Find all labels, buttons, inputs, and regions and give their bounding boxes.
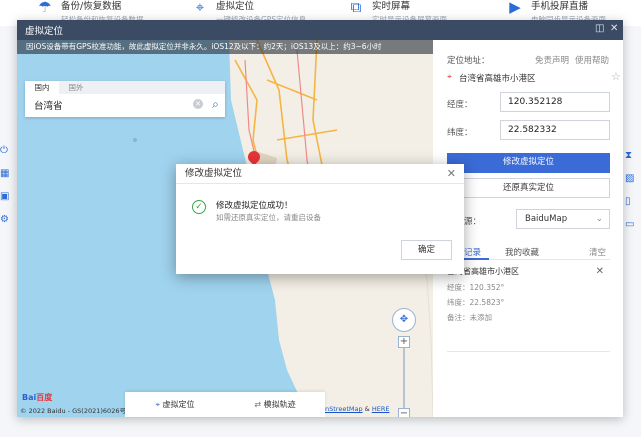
gps-notice: 因iOS设备带有GPS校准功能，故此虚拟定位并非永久。iOS12及以下：约2天；… xyxy=(17,40,433,54)
dialog-close-icon[interactable]: ✕ xyxy=(447,167,456,180)
sidebar-save-icon[interactable]: ▣ xyxy=(0,191,18,214)
sidebar-power-icon[interactable]: ⏻ xyxy=(0,145,18,168)
delete-history-icon[interactable]: ✕ xyxy=(596,266,604,277)
sidebar-phone-icon[interactable]: ▯ xyxy=(625,196,639,219)
feature-title: 备份/恢复数据 xyxy=(61,1,122,12)
backup-icon: ☂ xyxy=(38,0,52,16)
map-copyright: © 2022 Baidu - GS(2021)6026号 xyxy=(20,407,126,415)
attribution-amp: & xyxy=(364,405,370,413)
osm-link[interactable]: enStreetMap xyxy=(321,405,363,413)
sidebar-image-icon[interactable]: ▨ xyxy=(625,173,639,196)
sidebar-hourglass-icon[interactable]: ⧗ xyxy=(625,150,639,173)
virtual-location-mode-button[interactable]: ⌖ 虚拟定位 xyxy=(125,392,225,417)
dialog-message-title: 修改虚拟定位成功！ xyxy=(216,201,293,211)
background-sidebar-right: ⧗ ▨ ▯ ▭ xyxy=(625,150,639,242)
history-item[interactable]: 台湾省高雄市小港区 ✕ 经度：120.352° 纬度：22.5823° 备注：未… xyxy=(447,266,610,352)
feature-title: 手机投屏直播 xyxy=(531,1,589,12)
clear-history-link[interactable]: 清空 xyxy=(589,246,606,258)
dialog-ok-button[interactable]: 确定 xyxy=(401,240,452,260)
virtual-location-mode-label: 虚拟定位 xyxy=(162,400,195,409)
clear-search-icon[interactable]: ✕ xyxy=(193,99,203,109)
map-attribution: enStreetMap & HERE xyxy=(321,405,389,413)
dialog-title: 修改虚拟定位 xyxy=(176,164,464,184)
simulated-track-mode-label: 模拟轨迹 xyxy=(263,400,296,409)
window-titlebar: 虚拟定位 ◫ ✕ xyxy=(17,20,623,40)
modify-location-button[interactable]: 修改虚拟定位 xyxy=(447,153,610,173)
tab-overseas[interactable]: 国外 xyxy=(59,81,93,94)
success-check-icon: ✓ xyxy=(192,200,206,214)
feature-title: 虚拟定位 xyxy=(216,1,255,12)
zoom-slider[interactable] xyxy=(403,348,405,408)
baidu-logo: Bai百度 xyxy=(22,393,53,402)
help-link[interactable]: 使用帮助 xyxy=(575,54,609,66)
feature-title: 实时屏幕 xyxy=(372,1,411,12)
location-pin-small-icon: ⌖ xyxy=(155,400,163,409)
latitude-input[interactable]: 22.582332 xyxy=(500,120,610,140)
map-source-select[interactable]: BaiduMap ⌄ xyxy=(516,209,610,229)
screen-icon: ⧉ xyxy=(350,0,362,16)
longitude-label: 经度： xyxy=(447,100,473,110)
history-lon: 120.352° xyxy=(469,283,505,292)
window-title: 虚拟定位 xyxy=(25,26,64,37)
tab-favorites[interactable]: 我的收藏 xyxy=(505,246,539,258)
address-pin-icon: ⌖ xyxy=(447,72,452,82)
sidebar-settings-icon[interactable]: ⚙ xyxy=(0,214,18,237)
history-lat-label: 纬度： xyxy=(447,298,470,307)
phone-cast-icon: ▶ xyxy=(509,0,521,16)
address-label: 定位地址： xyxy=(447,56,490,66)
dialog-message-body: 如需还原真实定位，请重启设备 xyxy=(216,213,321,222)
zoom-in-button[interactable]: + xyxy=(398,336,410,348)
here-link[interactable]: HERE xyxy=(372,405,390,413)
history-note: 未添加 xyxy=(469,313,493,322)
sidebar-grid-icon[interactable]: ▦ xyxy=(0,168,18,191)
map-mode-bar: ⌖ 虚拟定位 ⇄ 模拟轨迹 xyxy=(125,392,325,417)
history-lat: 22.5823° xyxy=(469,298,505,307)
chevron-down-icon: ⌄ xyxy=(595,214,603,224)
longitude-input[interactable]: 120.352128 xyxy=(500,92,610,112)
track-icon: ⇄ xyxy=(254,400,264,409)
history-address: 台湾省高雄市小港区 xyxy=(447,267,519,276)
success-dialog: 修改虚拟定位 ✕ ✓ 修改虚拟定位成功！ 如需还原真实定位，请重启设备 确定 xyxy=(176,164,464,274)
map-source-value: BaiduMap xyxy=(525,214,568,224)
history-lon-label: 经度： xyxy=(447,283,470,292)
zoom-out-button[interactable]: − xyxy=(398,408,410,417)
pan-control-icon[interactable]: ✥ xyxy=(392,308,416,332)
history-tabs: 历史记录 我的收藏 清空 xyxy=(447,242,610,260)
map-search-box: 国内 国外 台湾省 ✕ ⌕ xyxy=(25,81,225,117)
favorite-star-icon[interactable]: ☆ xyxy=(611,70,621,83)
close-icon[interactable]: ✕ xyxy=(610,23,618,34)
search-icon[interactable]: ⌕ xyxy=(206,96,225,114)
restore-location-button[interactable]: 还原真实定位 xyxy=(447,178,610,198)
tab-domestic[interactable]: 国内 xyxy=(25,81,59,94)
restore-icon[interactable]: ◫ xyxy=(595,23,604,34)
map-zoom-control: ✥ + − xyxy=(392,308,416,417)
latitude-label: 纬度： xyxy=(447,128,473,138)
history-note-label: 备注： xyxy=(447,313,470,322)
simulated-track-mode-button[interactable]: ⇄ 模拟轨迹 xyxy=(225,392,325,417)
background-sidebar-left: ⏻ ▦ ▣ ⚙ xyxy=(0,145,18,237)
disclaimer-link[interactable]: 免责声明 xyxy=(535,54,569,66)
sidebar-camera-icon[interactable]: ▭ xyxy=(625,219,639,242)
address-value: 台湾省高雄市小港区 xyxy=(459,74,536,84)
location-icon: ⌖ xyxy=(195,0,205,16)
